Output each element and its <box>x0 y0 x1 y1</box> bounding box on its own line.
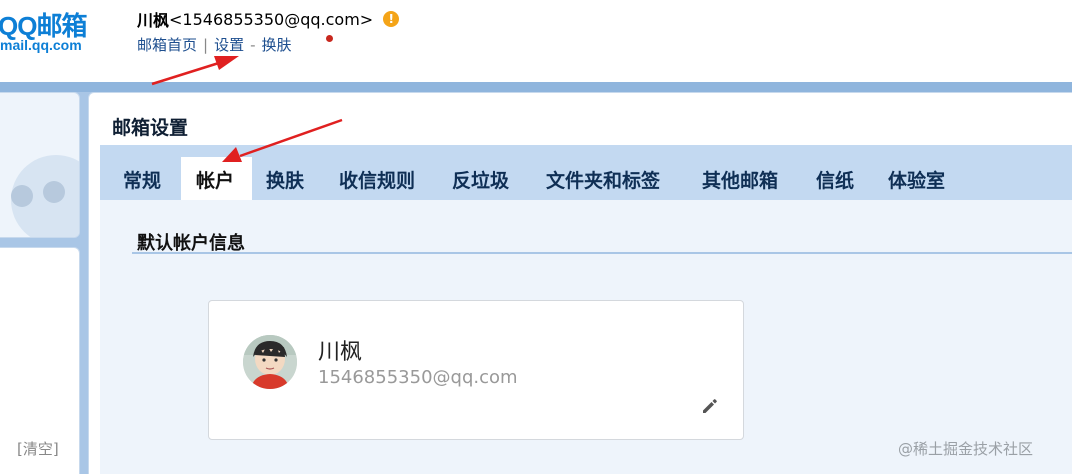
tab-stationery[interactable]: 信纸 <box>816 166 854 193</box>
user-email: <1546855350@qq.com> <box>169 9 374 29</box>
notification-dot <box>326 35 333 42</box>
watermark: @稀土掘金技术社区 <box>898 440 1034 458</box>
tab-anti-spam[interactable]: 反垃圾 <box>452 166 509 193</box>
mailbox-home-link[interactable]: 邮箱首页 <box>137 36 197 54</box>
skin-link[interactable]: 换肤 <box>262 36 292 54</box>
account-name: 川枫 <box>318 340 363 365</box>
nav-separator: - <box>250 36 256 54</box>
top-header: QQ邮箱 mail.qq.com 川枫 <1546855350@qq.com> … <box>0 0 1072 82</box>
tab-account[interactable]: 帐户 <box>196 166 234 193</box>
qq-penguin-eye <box>43 181 65 203</box>
tab-lab[interactable]: 体验室 <box>888 166 945 193</box>
user-name: 川枫 <box>137 11 170 30</box>
user-identity: 川枫 <1546855350@qq.com> ! <box>137 7 400 31</box>
tab-folders-labels[interactable]: 文件夹和标签 <box>546 166 660 193</box>
account-email: 1546855350@qq.com <box>318 367 518 388</box>
clear-trash-link[interactable]: [清空] <box>17 438 59 459</box>
sidebar-skin-panel <box>0 92 80 238</box>
settings-link[interactable]: 设置 <box>214 36 244 54</box>
page-title: 邮箱设置 <box>112 117 189 139</box>
avatar-image <box>243 335 297 389</box>
tab-other-mailboxes[interactable]: 其他邮箱 <box>702 166 778 193</box>
top-nav: 邮箱首页 | 设置 - 换肤 <box>137 34 292 55</box>
warning-icon[interactable]: ! <box>383 11 400 27</box>
section-divider <box>132 252 1072 254</box>
tab-skin[interactable]: 换肤 <box>266 166 304 193</box>
tab-general[interactable]: 常规 <box>123 166 161 193</box>
qq-penguin-eye <box>11 185 33 207</box>
avatar <box>243 335 297 389</box>
pencil-icon[interactable] <box>700 396 720 416</box>
tab-receive-rules[interactable]: 收信规则 <box>339 166 415 193</box>
logo-domain: mail.qq.com <box>0 37 82 53</box>
nav-separator: | <box>203 36 209 54</box>
frame-top-bar <box>0 82 1072 92</box>
